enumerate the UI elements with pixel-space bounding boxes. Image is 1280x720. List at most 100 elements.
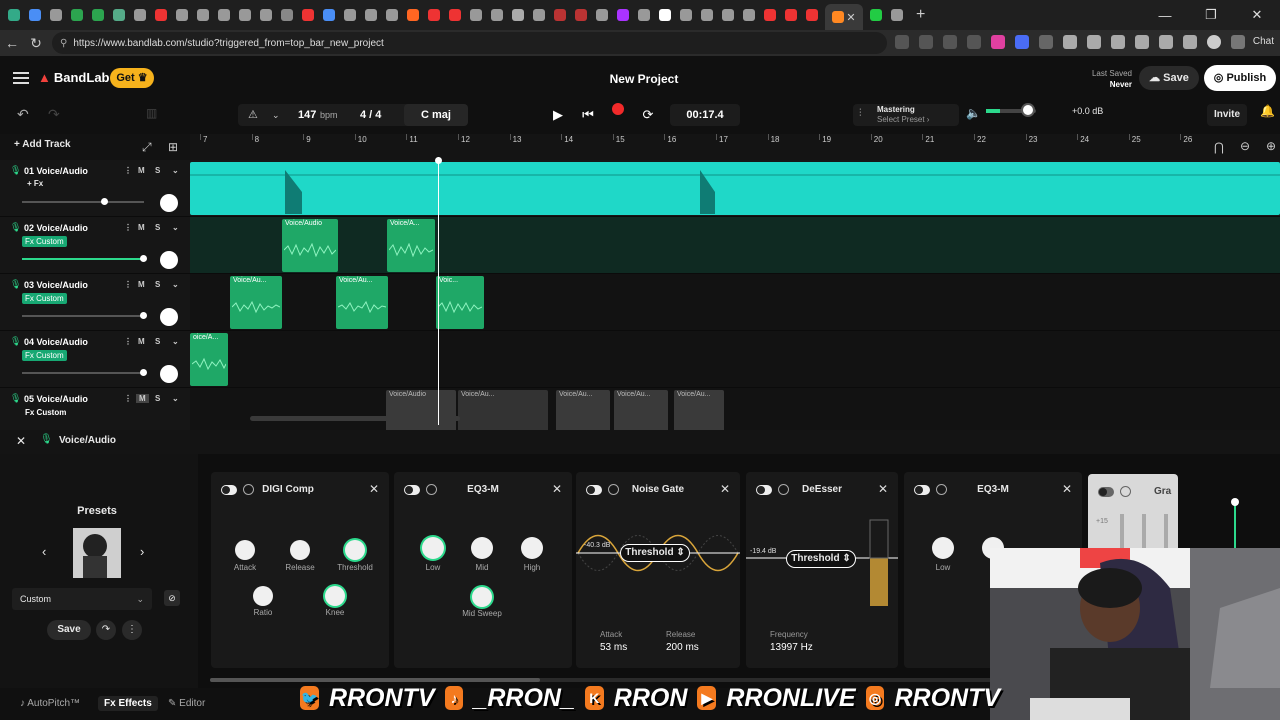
frequency-value[interactable]: 13997 Hz xyxy=(770,642,813,653)
extension-icon[interactable] xyxy=(967,35,981,49)
extension-icon[interactable] xyxy=(991,35,1005,49)
play-icon[interactable]: ▶ xyxy=(545,102,571,128)
audio-clip[interactable]: Voic... xyxy=(436,276,484,329)
audio-clip[interactable]: Voice/A... xyxy=(387,219,435,272)
extension-icon[interactable] xyxy=(1063,35,1077,49)
chevron-down-icon[interactable]: ⌄ xyxy=(172,394,179,403)
browser-tab[interactable] xyxy=(363,4,379,26)
undo-icon[interactable]: ↶ xyxy=(17,106,29,123)
browser-tab[interactable] xyxy=(6,4,22,26)
browser-tab[interactable] xyxy=(216,4,232,26)
fader-handle[interactable] xyxy=(140,312,147,319)
browser-tab[interactable] xyxy=(762,4,778,26)
solo-button[interactable]: S xyxy=(155,280,160,289)
threshold-button[interactable]: Threshold ⇕ xyxy=(786,550,856,568)
publish-button[interactable]: ◎ Publish xyxy=(1204,65,1276,91)
invite-button[interactable]: Invite xyxy=(1207,104,1247,126)
audio-clip[interactable]: Voice/Audio xyxy=(386,390,456,430)
close-icon[interactable]: ✕ xyxy=(369,482,379,496)
audio-clip[interactable] xyxy=(190,162,1280,215)
redo-icon[interactable]: ↷ xyxy=(48,106,60,123)
extension-icon[interactable] xyxy=(1039,35,1053,49)
track-header[interactable]: 🎙 04 Voice/Audio Fx Custom ⋮ M S ⌄ xyxy=(0,331,190,388)
knob-low[interactable] xyxy=(422,537,444,559)
audio-clip[interactable]: Voice/Au... xyxy=(336,276,388,329)
track-name[interactable]: 04 Voice/Audio xyxy=(24,337,88,347)
browser-tab[interactable] xyxy=(720,4,736,26)
minimize-icon[interactable]: — xyxy=(1142,8,1188,23)
track-header[interactable]: 🎙 01 Voice/Audio + Fx ⋮ M S ⌄ xyxy=(0,160,190,217)
menu-icon[interactable] xyxy=(1231,35,1245,49)
record-button[interactable] xyxy=(612,103,624,115)
browser-tab[interactable] xyxy=(699,4,715,26)
browser-tab[interactable] xyxy=(636,4,652,26)
knob-mid[interactable] xyxy=(471,537,493,559)
notification-bell-icon[interactable]: 🔔 xyxy=(1260,104,1275,118)
audio-clip[interactable]: Voice/Au... xyxy=(556,390,610,430)
knob-release[interactable] xyxy=(290,540,310,560)
audio-clip[interactable]: Voice/Au... xyxy=(458,390,548,430)
timeline-scrollbar[interactable] xyxy=(250,416,460,421)
close-icon[interactable]: ✕ xyxy=(16,434,26,448)
browser-tab[interactable] xyxy=(447,4,463,26)
audio-clip[interactable]: Voice/Audio xyxy=(282,219,338,272)
browser-tab[interactable] xyxy=(27,4,43,26)
solo-button[interactable]: S xyxy=(155,394,160,403)
mixer-icon[interactable]: ▥ xyxy=(146,106,157,120)
time-signature[interactable]: 4 / 4 xyxy=(360,104,381,126)
browser-tab[interactable] xyxy=(342,4,358,26)
skip-back-icon[interactable]: ⏮ xyxy=(575,102,601,128)
browser-tab[interactable] xyxy=(90,4,106,26)
fader-handle[interactable] xyxy=(101,198,108,205)
chevron-down-icon[interactable]: ⌄ xyxy=(172,166,179,175)
more-icon[interactable]: ⋮ xyxy=(124,394,132,403)
mute-button[interactable]: M xyxy=(138,337,145,346)
knob-attack[interactable] xyxy=(235,540,255,560)
track-name[interactable]: 02 Voice/Audio xyxy=(24,223,88,233)
chat-button[interactable]: Chat xyxy=(1253,36,1274,47)
autopitch-tab[interactable]: ♪ AutoPitch™ xyxy=(20,698,80,709)
mute-button[interactable]: M xyxy=(138,223,145,232)
browser-tab[interactable] xyxy=(468,4,484,26)
timeline-ruler[interactable]: 7 8 9 10 11 12 13 14 15 16 17 18 19 20 21 22 23 24 25 26 xyxy=(190,134,1280,160)
close-icon[interactable]: ✕ xyxy=(720,482,730,496)
browser-tab[interactable] xyxy=(111,4,127,26)
close-icon[interactable]: ✕ xyxy=(1062,482,1072,496)
browser-tab[interactable] xyxy=(426,4,442,26)
knob-threshold[interactable] xyxy=(345,540,365,560)
tool-icon[interactable]: ⤢ xyxy=(142,140,152,155)
site-info-icon[interactable]: ⚲ xyxy=(60,38,67,49)
browser-tab[interactable] xyxy=(384,4,400,26)
chevron-left-icon[interactable]: ‹ xyxy=(42,544,46,559)
browser-tab[interactable] xyxy=(615,4,631,26)
chevron-down-icon[interactable]: ⌄ xyxy=(172,280,179,289)
browser-tab[interactable] xyxy=(300,4,316,26)
threshold-button[interactable]: Threshold ⇕ xyxy=(620,544,690,562)
fx-custom-badge[interactable]: Fx Custom xyxy=(22,293,67,304)
browser-tab[interactable] xyxy=(804,4,820,26)
save-project-button[interactable]: ☁ Save xyxy=(1139,66,1199,90)
track-lane[interactable]: Voice/Audio Voice/Au... Voice/Au... Voic… xyxy=(190,388,1280,430)
more-icon[interactable]: ⋮ xyxy=(124,223,132,232)
bpm-value[interactable]: 147 xyxy=(298,104,316,126)
mute-button[interactable]: M xyxy=(138,280,145,289)
close-icon[interactable]: ✕ xyxy=(552,482,562,496)
browser-tab[interactable] xyxy=(153,4,169,26)
more-icon[interactable]: ⋮ xyxy=(124,337,132,346)
playhead[interactable] xyxy=(435,157,442,425)
extension-icon[interactable] xyxy=(919,35,933,49)
key-selector[interactable]: C maj xyxy=(404,104,468,126)
zoom-out-icon[interactable]: ⊖ xyxy=(1240,139,1250,153)
browser-tab[interactable] xyxy=(741,4,757,26)
track-volume-fader[interactable] xyxy=(22,312,147,319)
fx-custom-badge[interactable]: Fx Custom xyxy=(22,350,67,361)
track-header[interactable]: 🎙 05 Voice/Audio Fx Custom ⋮ M S ⌄ xyxy=(0,388,190,430)
track-volume-fader[interactable] xyxy=(22,369,147,376)
knob-ratio[interactable] xyxy=(253,586,273,606)
mute-button[interactable]: M xyxy=(136,394,149,403)
track-lane[interactable]: Voice/Au... Voice/Au... Voic... xyxy=(190,274,1280,331)
snap-icon[interactable]: ⊞ xyxy=(168,140,178,154)
release-value[interactable]: 200 ms xyxy=(666,642,699,653)
new-tab-icon[interactable]: + xyxy=(916,6,925,24)
extension-icon[interactable] xyxy=(1015,35,1029,49)
